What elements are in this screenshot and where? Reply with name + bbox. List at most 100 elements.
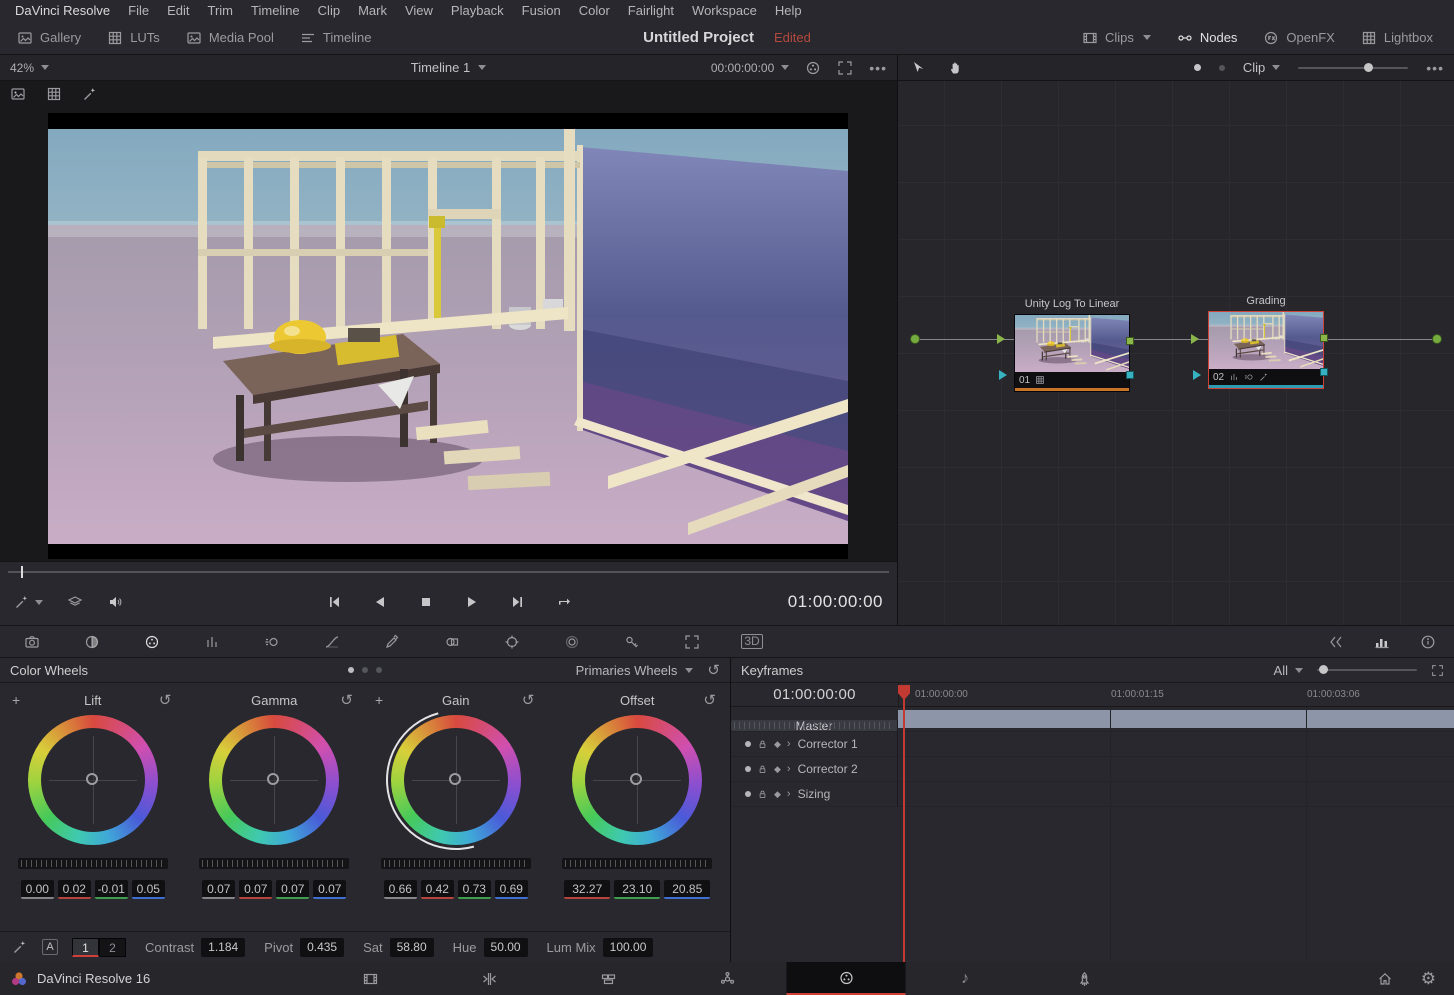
blur-tool[interactable]: [542, 626, 602, 657]
menu-timeline[interactable]: Timeline: [242, 0, 309, 21]
menu-clip[interactable]: Clip: [309, 0, 349, 21]
fusion-page-button[interactable]: [668, 962, 787, 995]
diamond-icon[interactable]: ◆: [774, 789, 781, 800]
node-01-output-port[interactable]: [1126, 337, 1134, 345]
lock-icon[interactable]: [757, 764, 768, 775]
menu-trim[interactable]: Trim: [199, 0, 243, 21]
stereo-3d-tool[interactable]: 3D: [722, 626, 782, 657]
gain-color-wheel[interactable]: [391, 715, 521, 845]
expand-track-icon[interactable]: ›: [787, 738, 791, 750]
timeline-selector[interactable]: Timeline 1: [411, 60, 470, 75]
menu-app[interactable]: DaVinci Resolve: [6, 0, 119, 21]
wheel-page-2-tab[interactable]: 2: [99, 938, 126, 957]
media-page-button[interactable]: [311, 962, 430, 995]
project-manager-home-icon[interactable]: [1377, 971, 1393, 987]
clips-button[interactable]: Clips: [1069, 30, 1164, 46]
node-tree-output-port[interactable]: [1432, 334, 1442, 344]
diamond-icon[interactable]: ◆: [774, 764, 781, 775]
lightbox-button[interactable]: Lightbox: [1348, 30, 1446, 46]
node-indicator-dot[interactable]: [1194, 64, 1201, 71]
pan-hand-icon[interactable]: [948, 60, 964, 76]
cut-page-button[interactable]: [430, 962, 549, 995]
expand-panel-icon[interactable]: [1431, 664, 1444, 677]
info-icon[interactable]: [1420, 634, 1436, 650]
reset-icon[interactable]: ↺: [522, 691, 535, 709]
reset-icon[interactable]: ↺: [703, 691, 716, 709]
color-page-button[interactable]: [787, 962, 906, 995]
wheels-mode-selector[interactable]: Primaries Wheels: [576, 663, 694, 678]
keyframes-zoom-knob[interactable]: [1319, 665, 1328, 674]
menu-file[interactable]: File: [119, 0, 158, 21]
menu-color[interactable]: Color: [570, 0, 619, 21]
play-reverse-button[interactable]: [372, 594, 388, 610]
expand-track-icon[interactable]: ›: [787, 763, 791, 775]
timelines-album-icon[interactable]: [46, 86, 62, 102]
play-button[interactable]: [464, 594, 480, 610]
viewer-options-icon[interactable]: •••: [869, 61, 887, 75]
menu-fusion[interactable]: Fusion: [513, 0, 570, 21]
value-box[interactable]: 0.07: [239, 880, 272, 899]
gamma-master-wheel[interactable]: [199, 858, 349, 869]
diamond-icon[interactable]: ◆: [774, 739, 781, 750]
expand-viewer-icon[interactable]: [837, 60, 853, 76]
auto-wand-icon[interactable]: [12, 939, 28, 955]
go-to-start-button[interactable]: [326, 594, 342, 610]
sizing-track-row[interactable]: ◆ › Sizing: [731, 782, 1454, 807]
sizing-track[interactable]: [898, 782, 1454, 806]
seek-track[interactable]: [8, 571, 889, 573]
node-01-rgb-port[interactable]: [1126, 371, 1134, 379]
camera-raw-tool[interactable]: [2, 626, 62, 657]
menu-help[interactable]: Help: [766, 0, 811, 21]
crosshair-icon[interactable]: +: [375, 692, 383, 708]
adj-value[interactable]: 50.00: [484, 938, 528, 957]
keyframe-enable-dot[interactable]: [745, 791, 751, 797]
color-match-tool[interactable]: [62, 626, 122, 657]
nodes-button[interactable]: Nodes: [1164, 30, 1251, 46]
selection-cursor-icon[interactable]: [910, 60, 926, 76]
menu-mark[interactable]: Mark: [349, 0, 396, 21]
marker-a-button[interactable]: A: [42, 939, 58, 955]
reset-icon[interactable]: ↺: [340, 691, 353, 709]
crosshair-icon[interactable]: +: [12, 692, 20, 708]
node-02-output-port[interactable]: [1320, 334, 1328, 342]
wheel-page-1-tab[interactable]: 1: [72, 938, 99, 957]
value-box[interactable]: 0.42: [421, 880, 454, 899]
wipe-wand-icon[interactable]: [82, 86, 98, 102]
value-box[interactable]: 0.73: [458, 880, 491, 899]
track-label[interactable]: Master: [731, 720, 898, 731]
gain-master-wheel[interactable]: [381, 858, 531, 869]
wheel-puck[interactable]: [86, 773, 98, 785]
keyframe-enable-dot[interactable]: [745, 741, 751, 747]
keyframes-zoom-slider[interactable]: [1317, 669, 1417, 671]
menu-fairlight[interactable]: Fairlight: [619, 0, 683, 21]
value-box[interactable]: 23.10: [614, 880, 660, 899]
seek-bar[interactable]: [0, 562, 897, 579]
menu-edit[interactable]: Edit: [158, 0, 198, 21]
corrector2-track[interactable]: [898, 757, 1454, 781]
value-box[interactable]: 0.07: [313, 880, 346, 899]
master-track-row[interactable]: Master: [731, 707, 1454, 732]
value-box[interactable]: 0.66: [384, 880, 417, 899]
motion-effects-tool[interactable]: [242, 626, 302, 657]
seek-handle[interactable]: [21, 566, 23, 578]
sizing-tool[interactable]: [662, 626, 722, 657]
track-label[interactable]: Corrector 1: [798, 737, 858, 751]
source-input-port[interactable]: [910, 334, 920, 344]
menu-view[interactable]: View: [396, 0, 442, 21]
expand-track-icon[interactable]: ›: [787, 788, 791, 800]
corrector2-track-row[interactable]: ◆ › Corrector 2: [731, 757, 1454, 782]
qualifier-tool[interactable]: [362, 626, 422, 657]
playhead[interactable]: [903, 685, 905, 962]
wheel-puck[interactable]: [267, 773, 279, 785]
value-box[interactable]: 0.07: [202, 880, 235, 899]
media-pool-button[interactable]: Media Pool: [173, 30, 287, 46]
settings-gear-icon[interactable]: ⚙: [1421, 970, 1436, 987]
luts-button[interactable]: LUTs: [94, 30, 173, 46]
go-to-end-button[interactable]: [510, 594, 526, 610]
keyframes-ruler[interactable]: 01:00:00:00 01:00:01:15 01:00:03:06: [898, 683, 1454, 706]
fairlight-page-button[interactable]: ♪: [906, 962, 1025, 995]
curves-tool[interactable]: [302, 626, 362, 657]
wheel-puck[interactable]: [449, 773, 461, 785]
wheel-puck[interactable]: [630, 773, 642, 785]
value-box[interactable]: 0.02: [58, 880, 91, 899]
